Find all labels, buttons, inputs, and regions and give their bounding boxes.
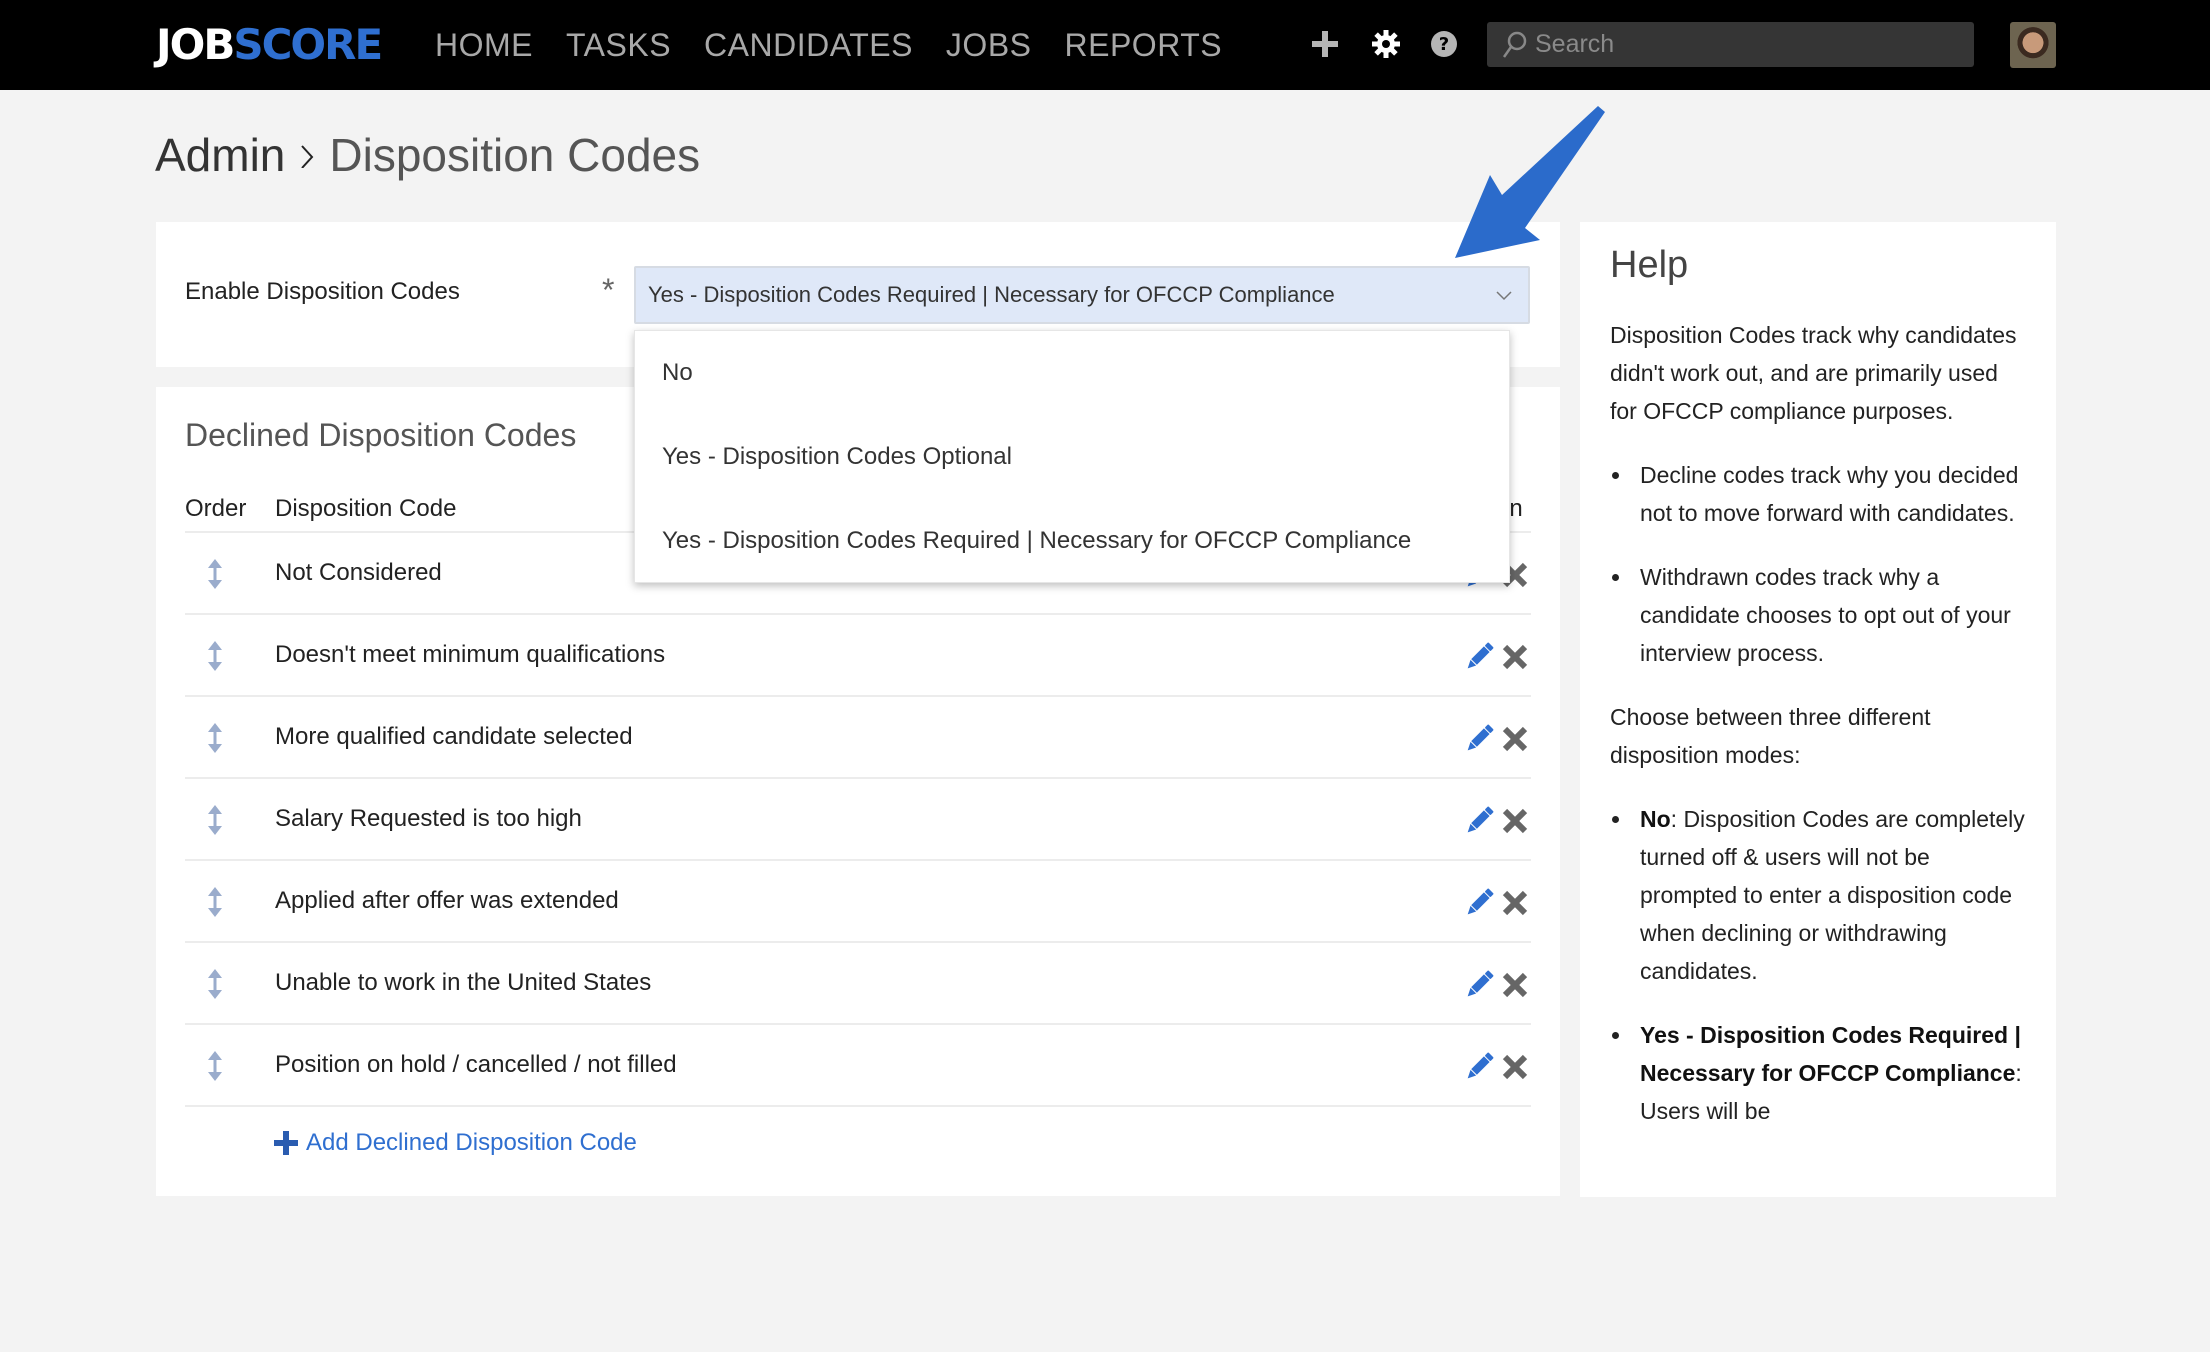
table-row: Applied after offer was extended — [185, 861, 1531, 943]
chevron-right-icon — [299, 142, 315, 168]
help-panel: Help Disposition Codes track why candida… — [1580, 222, 2056, 1197]
select-value: Yes - Disposition Codes Required | Neces… — [648, 282, 1335, 307]
help-mode-item: Yes - Disposition Codes Required | Neces… — [1610, 1016, 2030, 1130]
drag-handle-icon[interactable] — [207, 641, 223, 676]
search-icon — [1501, 30, 1529, 65]
help-intro: Disposition Codes track why candidates d… — [1610, 322, 2017, 424]
mode-name: Yes - Disposition Codes Required | Neces… — [1640, 1022, 2021, 1086]
add-declined-code-label: Add Declined Disposition Code — [306, 1129, 637, 1156]
table-row: Position on hold / cancelled / not fille… — [185, 1025, 1531, 1107]
mode-name: No — [1640, 806, 1671, 832]
search-input[interactable] — [1535, 22, 1955, 67]
mode-desc: : Disposition Codes are completely turne… — [1640, 806, 2025, 984]
plus-icon — [274, 1131, 298, 1155]
column-order: Order — [185, 495, 247, 522]
help-modes: No: Disposition Codes are completely tur… — [1610, 800, 2030, 1130]
edit-pencil-icon[interactable] — [1463, 969, 1495, 1006]
disposition-code-name: Salary Requested is too high — [275, 805, 582, 832]
disposition-code-name: Doesn't meet minimum qualifications — [275, 641, 666, 668]
chevron-down-icon — [1496, 288, 1512, 306]
logo-text-job: JOB — [156, 20, 235, 69]
breadcrumb-admin[interactable]: Admin — [155, 125, 285, 185]
help-icon[interactable]: ? — [1426, 26, 1462, 62]
page-title: Disposition Codes — [329, 129, 701, 181]
table-row: Unable to work in the United States — [185, 943, 1531, 1025]
annotation-arrow-icon — [1455, 106, 1605, 258]
delete-x-icon[interactable] — [1501, 807, 1529, 840]
nav-tasks[interactable]: TASKS — [566, 24, 671, 66]
option-no[interactable]: No — [662, 359, 693, 387]
help-mode-item: No: Disposition Codes are completely tur… — [1610, 800, 2030, 990]
edit-pencil-icon[interactable] — [1463, 1051, 1495, 1088]
nav-candidates[interactable]: CANDIDATES — [704, 24, 913, 66]
disposition-code-name: Not Considered — [275, 559, 442, 586]
edit-pencil-icon[interactable] — [1463, 723, 1495, 760]
option-required[interactable]: Yes - Disposition Codes Required | Neces… — [662, 527, 1411, 555]
plus-icon[interactable] — [1307, 26, 1343, 62]
disposition-code-name: Position on hold / cancelled / not fille… — [275, 1051, 677, 1078]
help-bullet: Withdrawn codes track why a candidate ch… — [1610, 558, 2030, 672]
user-avatar[interactable] — [2010, 22, 2056, 68]
enable-codes-dropdown: No Yes - Disposition Codes Optional Yes … — [634, 330, 1510, 583]
search-box[interactable] — [1487, 22, 1974, 67]
help-modes-intro: Choose between three different dispositi… — [1610, 704, 1931, 768]
delete-x-icon[interactable] — [1501, 725, 1529, 758]
disposition-code-name: Applied after offer was extended — [275, 887, 619, 914]
jobscore-logo[interactable]: JOBSCORE — [156, 20, 383, 70]
table-row: More qualified candidate selected — [185, 697, 1531, 779]
svg-text:?: ? — [1439, 34, 1449, 55]
edit-pencil-icon[interactable] — [1463, 641, 1495, 678]
drag-handle-icon[interactable] — [207, 559, 223, 594]
disposition-code-name: Unable to work in the United States — [275, 969, 652, 996]
enable-codes-label: Enable Disposition Codes — [185, 278, 460, 305]
breadcrumb: Admin Disposition Codes — [155, 125, 700, 185]
drag-handle-icon[interactable] — [207, 805, 223, 840]
add-declined-code-button[interactable]: Add Declined Disposition Code — [274, 1129, 637, 1157]
logo-text-score: SCORE — [233, 20, 383, 69]
main-nav: HOME TASKS CANDIDATES JOBS REPORTS — [435, 24, 1255, 66]
enable-codes-select[interactable]: Yes - Disposition Codes Required | Neces… — [634, 266, 1530, 324]
nav-jobs[interactable]: JOBS — [946, 24, 1032, 66]
help-body: Disposition Codes track why candidates d… — [1610, 316, 2030, 1156]
required-asterisk: * — [602, 272, 615, 308]
column-disposition-code: Disposition Code — [275, 495, 457, 522]
help-bullet: Decline codes track why you decided not … — [1610, 456, 2030, 532]
drag-handle-icon[interactable] — [207, 723, 223, 758]
top-nav-bar: JOBSCORE HOME TASKS CANDIDATES JOBS REPO… — [0, 0, 2210, 90]
gear-icon[interactable] — [1368, 26, 1404, 62]
option-optional[interactable]: Yes - Disposition Codes Optional — [662, 443, 1012, 471]
delete-x-icon[interactable] — [1501, 1053, 1529, 1086]
table-row: Doesn't meet minimum qualifications — [185, 615, 1531, 697]
delete-x-icon[interactable] — [1501, 971, 1529, 1004]
drag-handle-icon[interactable] — [207, 1051, 223, 1086]
delete-x-icon[interactable] — [1501, 889, 1529, 922]
nav-reports[interactable]: REPORTS — [1065, 24, 1223, 66]
section-title: Declined Disposition Codes — [185, 417, 577, 453]
delete-x-icon[interactable] — [1501, 643, 1529, 676]
nav-home[interactable]: HOME — [435, 24, 533, 66]
drag-handle-icon[interactable] — [207, 969, 223, 1004]
edit-pencil-icon[interactable] — [1463, 805, 1495, 842]
drag-handle-icon[interactable] — [207, 887, 223, 922]
help-title: Help — [1610, 244, 1689, 286]
table-row: Salary Requested is too high — [185, 779, 1531, 861]
edit-pencil-icon[interactable] — [1463, 887, 1495, 924]
disposition-code-name: More qualified candidate selected — [275, 723, 633, 750]
help-code-types: Decline codes track why you decided not … — [1610, 456, 2030, 672]
